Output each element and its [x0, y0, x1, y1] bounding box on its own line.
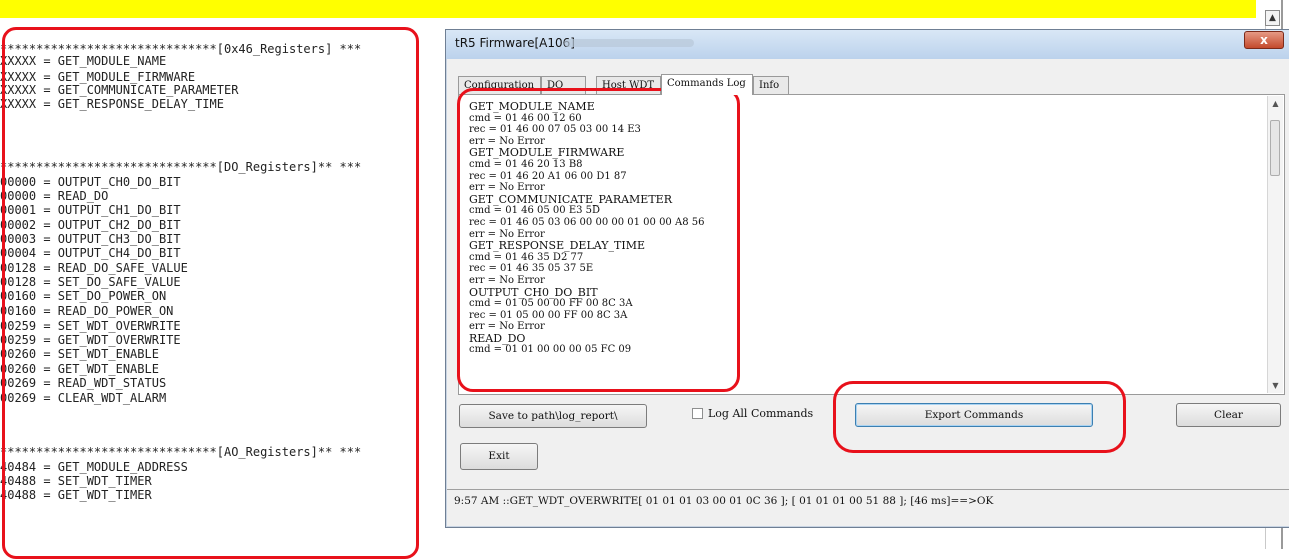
clear-button[interactable]: Clear	[1176, 403, 1281, 427]
log-all-commands-checkbox[interactable]: Log All Commands	[692, 407, 813, 420]
exit-button[interactable]: Exit	[460, 443, 538, 470]
scroll-down-icon[interactable]: ▼	[1268, 378, 1283, 393]
log-scrollbar[interactable]: ▲ ▼	[1267, 96, 1283, 393]
tab-info[interactable]: Info	[753, 76, 789, 94]
scroll-up-arrow-icon[interactable]: ▲	[1265, 10, 1280, 26]
annotation-left-register-list	[2, 27, 419, 559]
redacted-title	[564, 39, 694, 47]
status-text: 9:57 AM ::GET_WDT_OVERWRITE[ 01 01 01 03…	[454, 495, 994, 507]
titlebar: tR5 Firmware[A106] x	[446, 30, 1289, 59]
close-button[interactable]: x	[1244, 31, 1284, 49]
window-title: tR5 Firmware[A106]	[455, 36, 575, 50]
highlight-bar	[0, 0, 1256, 18]
save-to-path-button[interactable]: Save to path\log_report\	[459, 404, 647, 428]
status-bar: 9:57 AM ::GET_WDT_OVERWRITE[ 01 01 01 03…	[447, 489, 1289, 512]
tab-commands-log[interactable]: Commands Log	[661, 74, 753, 95]
scroll-up-icon[interactable]: ▲	[1268, 96, 1283, 111]
scroll-thumb[interactable]	[1270, 120, 1280, 176]
checkbox-icon[interactable]	[692, 408, 703, 419]
annotation-commands-log	[457, 88, 740, 392]
annotation-export-button	[833, 381, 1126, 453]
log-all-commands-label: Log All Commands	[708, 407, 814, 420]
